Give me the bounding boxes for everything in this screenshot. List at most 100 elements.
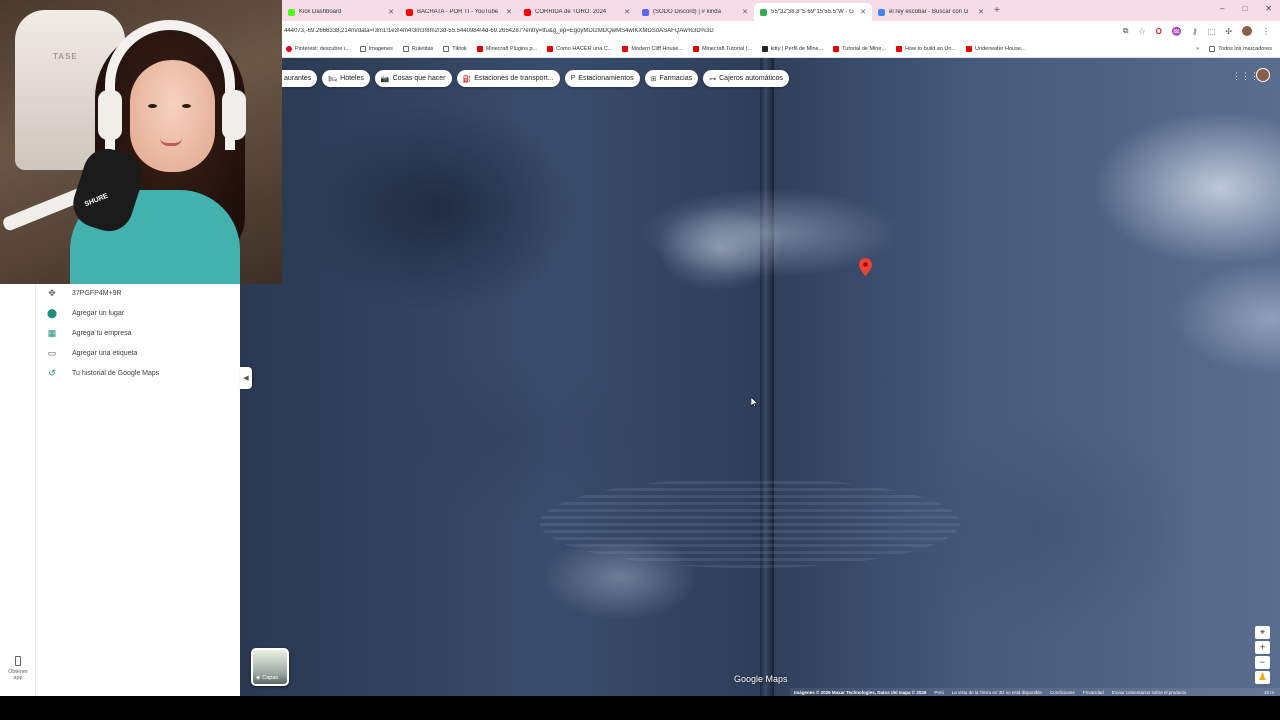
attribution-link[interactable]: Privacidad bbox=[1083, 690, 1104, 695]
bookmark-item[interactable]: Imagenes bbox=[359, 46, 393, 52]
bookmark-favicon-icon bbox=[476, 46, 483, 52]
bookmark-label: Underwater House... bbox=[975, 46, 1026, 52]
bookmark-item[interactable]: kitty | Perfil de Mine... bbox=[761, 46, 824, 52]
phone-icon bbox=[15, 656, 21, 666]
google-maps-logo: Google Maps bbox=[734, 674, 788, 684]
category-chip[interactable]: ⊶ Cajeros automáticos bbox=[703, 70, 789, 87]
chip-icon: 📷 bbox=[380, 75, 390, 83]
browser-tab[interactable]: 55°32'38.8"S 69°15'55.5"W - G ✕ bbox=[754, 3, 872, 21]
category-chip[interactable]: 📷 Cosas que hacer bbox=[374, 70, 452, 87]
map-scale[interactable]: 10 m bbox=[1264, 690, 1280, 695]
browser-tab[interactable]: el rey escobar - Buscar con G ✕ bbox=[872, 3, 990, 21]
bookmark-item[interactable]: Pinterest: descubre i... bbox=[286, 46, 350, 52]
address-bar-actions: ⧉ ☆ O ♒ ⚷ ⬚ ✣ ⋮ bbox=[1123, 26, 1280, 36]
layers-button[interactable]: ◈ Capas bbox=[251, 648, 289, 686]
bookmark-label: Tiktok bbox=[452, 46, 467, 52]
bookmark-item[interactable]: Ruletitas bbox=[402, 46, 433, 52]
bookmark-label: Como HACER una C... bbox=[556, 46, 613, 52]
get-app-label: Obtener app bbox=[8, 669, 28, 681]
install-app-icon[interactable]: ⧉ bbox=[1123, 26, 1129, 36]
bookmark-item[interactable]: Modern Cliff House... bbox=[622, 46, 683, 52]
browser-tab[interactable]: CORRIDA de TORO: 2024 ✕ bbox=[518, 3, 636, 21]
all-bookmarks-button[interactable]: Todos los marcadores bbox=[1209, 46, 1272, 52]
collapse-panel-button[interactable]: ◀ bbox=[240, 367, 252, 389]
tab-favicon-icon bbox=[642, 8, 649, 16]
bookmark-item[interactable]: How to build an Un... bbox=[895, 46, 956, 52]
maximize-icon[interactable]: □ bbox=[1242, 4, 1247, 13]
panel-row-icon: ⬤ bbox=[46, 308, 58, 318]
bookmark-item[interactable]: Minecraft Plugins p... bbox=[476, 46, 537, 52]
category-chip[interactable]: ⊞ Farmacias bbox=[644, 70, 699, 87]
panel-row-icon: ▦ bbox=[47, 328, 57, 338]
category-chip[interactable]: P Estacionamientos bbox=[564, 70, 640, 87]
panel-action-row[interactable]: ▦ Agrega tu empresa bbox=[46, 328, 159, 339]
location-pin-icon[interactable] bbox=[859, 258, 872, 276]
browser-tab[interactable]: BACHATA - POR TI - YouTube ✕ bbox=[400, 3, 518, 21]
bookmark-label: kitty | Perfil de Mine... bbox=[770, 46, 824, 52]
url-field[interactable]: 444073,-69.2666338,214m/data=!3m1!1e3!4m… bbox=[284, 28, 1123, 34]
bookmark-favicon-icon bbox=[692, 46, 699, 52]
category-chip[interactable]: 🛏 Hoteles bbox=[322, 70, 370, 87]
tab-title: (SODO Discord) | # kinda bbox=[653, 9, 721, 15]
eye bbox=[182, 104, 191, 108]
bookmark-item[interactable]: Como HACER una C... bbox=[547, 46, 612, 52]
chip-icon: ⊞ bbox=[650, 75, 657, 83]
zoom-in-button[interactable]: + bbox=[1255, 641, 1270, 654]
category-chips: aurantes 🛏 Hoteles 📷 Cosas que hacer ⛽ Estacio… bbox=[282, 70, 789, 87]
browser-tab[interactable]: (SODO Discord) | # kinda ✕ bbox=[636, 3, 754, 21]
pegman-icon[interactable]: ♟ bbox=[1255, 671, 1270, 684]
bookmark-star-icon[interactable]: ☆ bbox=[1139, 27, 1146, 36]
mic-brand: SHURE bbox=[83, 192, 110, 209]
key-icon[interactable]: ⚷ bbox=[1192, 27, 1198, 36]
share-icon[interactable]: ⬚ bbox=[1208, 27, 1216, 36]
attribution-link[interactable]: Enviar comentarios sobre el producto bbox=[1112, 690, 1187, 695]
bookmark-item[interactable]: Minecraft Tutorial |... bbox=[692, 46, 752, 52]
satellite-map[interactable] bbox=[240, 58, 1280, 696]
chip-label: Farmacias bbox=[659, 75, 693, 82]
eye bbox=[148, 104, 157, 108]
close-window-icon[interactable]: ✕ bbox=[1265, 4, 1272, 13]
google-apps-icon[interactable]: ⋮⋮⋮ bbox=[1232, 71, 1259, 82]
close-tab-icon[interactable]: ✕ bbox=[624, 8, 630, 16]
opera-icon[interactable]: O bbox=[1156, 27, 1162, 36]
panel-row-label: Agregar un lugar bbox=[72, 310, 125, 317]
attribution-link[interactable]: Perú bbox=[934, 690, 944, 695]
panel-row-icon: ↺ bbox=[48, 368, 56, 378]
close-tab-icon[interactable]: ✕ bbox=[742, 8, 748, 16]
new-tab-icon[interactable]: + bbox=[994, 5, 1000, 16]
window-controls: – □ ✕ bbox=[1220, 4, 1272, 13]
get-app-button[interactable]: Obtener app bbox=[4, 656, 32, 681]
puzzle-icon[interactable]: ✣ bbox=[1225, 27, 1232, 36]
bookmark-favicon-icon bbox=[761, 46, 768, 52]
bookmark-item[interactable]: Tutorial de Mine... bbox=[833, 46, 886, 52]
menu-kebab-icon[interactable]: ⋮ bbox=[1262, 27, 1270, 36]
bookmark-item[interactable]: Underwater House... bbox=[966, 46, 1026, 52]
more-bookmarks-button[interactable]: » bbox=[1196, 46, 1199, 52]
attribution-link[interactable]: Condiciones bbox=[1050, 690, 1075, 695]
category-chip[interactable]: aurantes bbox=[282, 70, 318, 87]
close-tab-icon[interactable]: ✕ bbox=[860, 8, 866, 16]
zoom-out-button[interactable]: − bbox=[1255, 656, 1270, 669]
close-tab-icon[interactable]: ✕ bbox=[388, 8, 394, 16]
minimize-icon[interactable]: – bbox=[1220, 4, 1224, 13]
panel-action-row[interactable]: ↺ Tu historial de Google Maps bbox=[46, 368, 159, 379]
attribution-link[interactable]: La vista de la Tierra en 3D no está disp… bbox=[952, 690, 1042, 695]
browser-tab[interactable]: Kick Dashboard ✕ bbox=[282, 3, 400, 21]
extension-icon[interactable]: ♒ bbox=[1172, 27, 1182, 36]
panel-action-row[interactable]: ⬤ Agregar un lugar bbox=[46, 308, 159, 319]
profile-avatar[interactable] bbox=[1242, 26, 1252, 36]
account-avatar[interactable] bbox=[1256, 68, 1270, 82]
panel-action-row[interactable]: ▭ Agregar una etiqueta bbox=[46, 348, 159, 359]
bookmark-label: Tutorial de Mine... bbox=[842, 46, 886, 52]
my-location-icon[interactable]: ⌖ bbox=[1255, 626, 1270, 639]
bookmark-item[interactable]: Tiktok bbox=[443, 46, 467, 52]
close-tab-icon[interactable]: ✕ bbox=[978, 8, 984, 16]
panel-row-icon: ✥ bbox=[48, 288, 56, 298]
bookmark-favicon-icon bbox=[833, 46, 840, 52]
close-tab-icon[interactable]: ✕ bbox=[506, 8, 512, 16]
webcam-overlay: TASE SHURE bbox=[0, 0, 282, 284]
category-chip[interactable]: ⛽ Estaciones de transport... bbox=[456, 70, 560, 87]
bookmark-favicon-icon bbox=[286, 46, 292, 52]
chip-label: Cajeros automáticos bbox=[719, 75, 783, 82]
panel-action-row[interactable]: ✥ 37PGFP4M+9R bbox=[46, 288, 159, 299]
